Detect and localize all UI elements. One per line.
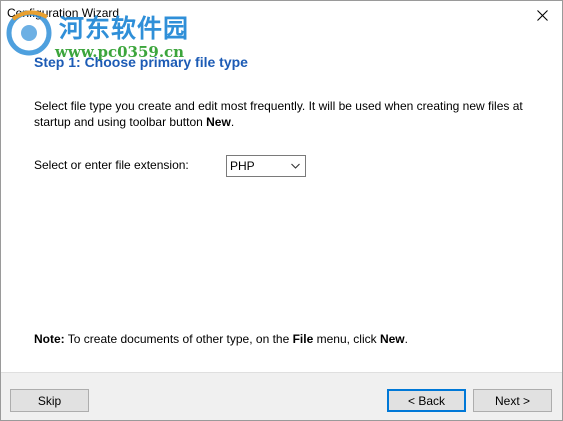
note-part2: menu, click — [313, 332, 380, 346]
description-text: Select file type you create and edit mos… — [34, 99, 523, 129]
step-title: Step 1: Choose primary file type — [34, 54, 248, 70]
file-extension-label: Select or enter file extension: — [34, 158, 189, 172]
note-part3: . — [404, 332, 408, 346]
file-extension-combobox[interactable]: PHP — [226, 155, 306, 177]
back-button[interactable]: < Back — [387, 389, 466, 412]
watermark-logo-icon — [6, 10, 52, 56]
skip-button[interactable]: Skip — [10, 389, 89, 412]
description-period: . — [230, 115, 235, 129]
watermark-site-name: 河东软件园 — [59, 14, 190, 43]
close-icon — [536, 9, 548, 21]
file-extension-value: PHP — [230, 159, 255, 173]
note-new-command: New — [379, 332, 405, 346]
close-button[interactable] — [522, 1, 562, 29]
step-description: Select file type you create and edit mos… — [34, 98, 544, 130]
description-new-keyword: New — [206, 115, 231, 129]
configuration-wizard-window: Configuration Wizard 河东软件园 www.pc0359.cn… — [0, 0, 563, 421]
note-label: Note: — [34, 332, 65, 346]
note-part1: To create documents of other type, on th… — [64, 332, 293, 346]
button-bar: Skip < Back Next > — [1, 372, 562, 420]
note-text: Note: To create documents of other type,… — [34, 332, 408, 346]
chevron-down-icon — [291, 163, 300, 169]
next-button[interactable]: Next > — [473, 389, 552, 412]
note-file-menu: File — [292, 332, 314, 346]
